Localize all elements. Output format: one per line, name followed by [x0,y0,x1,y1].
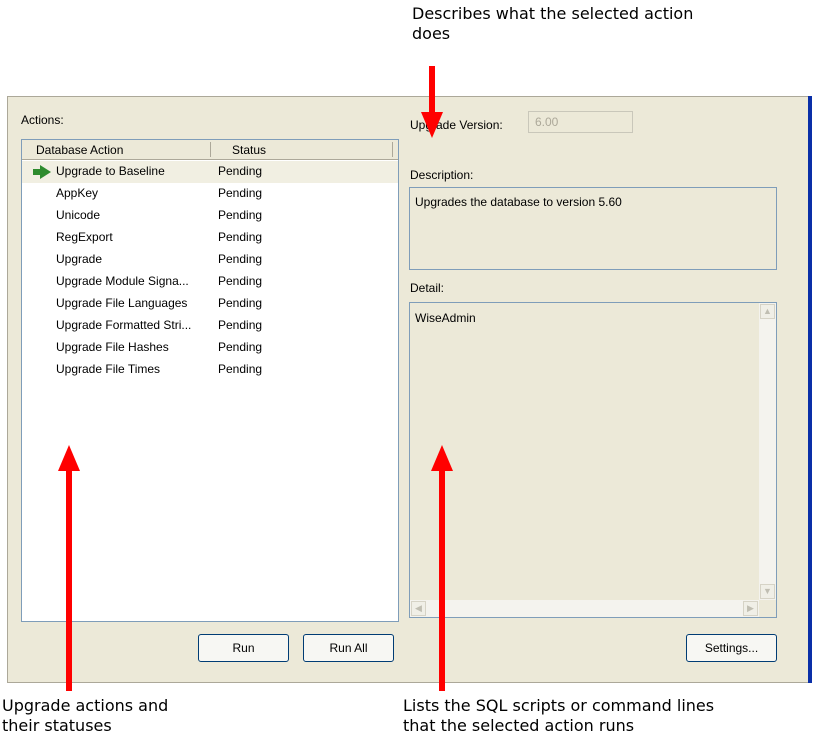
action-name: Upgrade Module Signa... [56,274,189,288]
action-row[interactable]: Upgrade File Hashes Pending [22,337,398,359]
run-button[interactable]: Run [198,634,289,662]
action-name: Unicode [56,208,101,222]
callout-bottom-left-line2: their statuses [2,716,112,735]
action-status: Pending [218,362,263,376]
description-box: Upgrades the database to version 5.60 [409,187,777,270]
action-row[interactable]: Upgrade Pending [22,249,398,271]
column-separator[interactable] [210,142,211,157]
action-name: Upgrade File Hashes [56,340,169,354]
action-name: AppKey [56,186,99,200]
scroll-left-icon[interactable]: ◀ [411,601,426,616]
action-status: Pending [218,318,263,332]
action-row[interactable]: Upgrade File Languages Pending [22,293,398,315]
action-row[interactable]: Upgrade File Times Pending [22,359,398,381]
scroll-right-icon[interactable]: ▶ [743,601,758,616]
description-label: Description: [410,168,474,182]
detail-box[interactable]: WiseAdmin ▲ ▼ ◀ ▶ [409,302,777,618]
action-name: Upgrade [56,252,103,266]
settings-button[interactable]: Settings... [686,634,777,662]
action-status: Pending [218,186,263,200]
action-name: Upgrade Formatted Stri... [56,318,192,332]
action-status: Pending [218,208,263,222]
action-row[interactable]: Upgrade Formatted Stri... Pending [22,315,398,337]
current-action-arrow-icon [33,165,51,179]
action-status: Pending [218,230,263,244]
action-name: Upgrade File Languages [56,296,188,310]
action-name: Upgrade to Baseline [56,164,165,178]
upgrade-version-field: 6.00 [528,111,633,133]
action-status: Pending [218,164,263,178]
column-database-action[interactable]: Database Action [36,143,123,157]
action-row[interactable]: Unicode Pending [22,205,398,227]
callout-top-line2: does [412,24,451,43]
run-all-button[interactable]: Run All [303,634,394,662]
detail-text: WiseAdmin [415,311,476,325]
action-row[interactable]: Upgrade Module Signa... Pending [22,271,398,293]
action-name: Upgrade File Times [56,362,161,376]
column-status[interactable]: Status [232,143,266,157]
callout-bottom-right-line2: that the selected action runs [403,716,635,735]
actions-list-header: Database Action Status [22,140,398,160]
callout-bottom-right-line1: Lists the SQL scripts or command lines [403,696,715,715]
detail-vertical-scrollbar[interactable]: ▲ ▼ [759,303,776,600]
scroll-down-icon[interactable]: ▼ [760,584,775,599]
action-name: RegExport [56,230,113,244]
detail-label: Detail: [410,281,445,295]
detail-horizontal-scrollbar[interactable]: ◀ ▶ [410,600,759,617]
description-text: Upgrades the database to version 5.60 [415,195,622,209]
callout-bottom-left-line1: Upgrade actions and [2,696,169,715]
callout-bottom-left: Upgrade actions and their statuses [2,696,168,736]
action-status: Pending [218,252,263,266]
scroll-up-icon[interactable]: ▲ [760,304,775,319]
actions-label: Actions: [21,113,64,127]
action-row[interactable]: RegExport Pending [22,227,398,249]
action-status: Pending [218,274,263,288]
callout-bottom-right: Lists the SQL scripts or command lines t… [403,696,714,736]
upgrade-dialog-panel: Actions: Database Action Status Upgrade … [7,96,809,683]
action-status: Pending [218,296,263,310]
actions-list[interactable]: Database Action Status Upgrade to Baseli… [21,139,399,622]
callout-top: Describes what the selected action does [412,4,693,44]
action-status: Pending [218,340,263,354]
action-row[interactable]: Upgrade to Baseline Pending [22,161,398,183]
callout-top-line1: Describes what the selected action [412,4,694,23]
column-separator[interactable] [392,142,393,157]
action-row[interactable]: AppKey Pending [22,183,398,205]
window-edge [808,96,812,683]
